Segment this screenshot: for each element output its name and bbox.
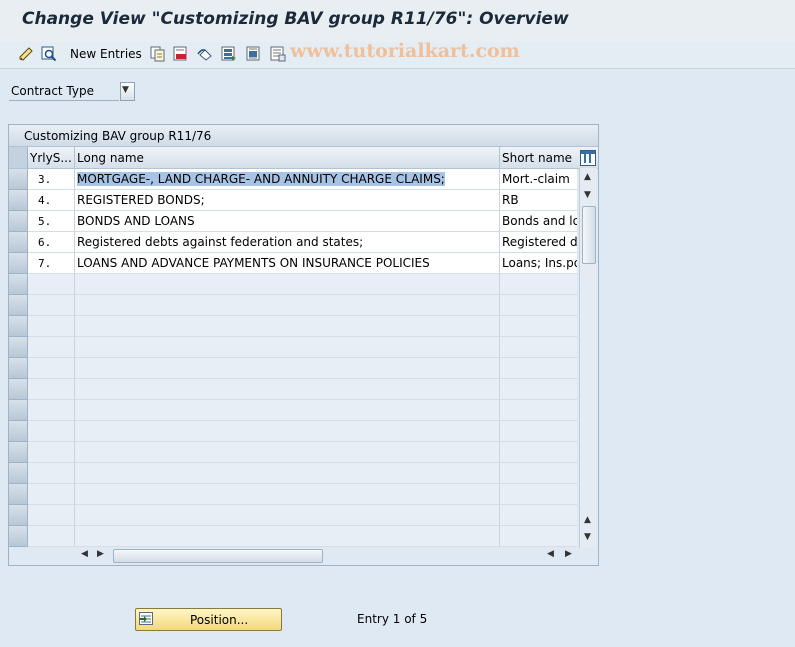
row-selector[interactable]: [9, 274, 28, 295]
table-title: Customizing BAV group R11/76: [24, 129, 212, 143]
entry-counter: Entry 1 of 5: [357, 612, 428, 626]
watermark: www.tutorialkart.com: [290, 40, 520, 62]
cell-short-name[interactable]: Mort.-claim: [500, 169, 577, 190]
row-selector[interactable]: [9, 463, 28, 484]
delete-icon[interactable]: [173, 46, 189, 62]
row-selector[interactable]: [9, 379, 28, 400]
chevron-down-icon: ▼: [122, 85, 129, 95]
empty-table-row[interactable]: [9, 316, 577, 337]
row-selector[interactable]: [9, 442, 28, 463]
scroll-right-icon[interactable]: ▶: [97, 549, 104, 559]
scroll-down-icon[interactable]: ▼: [584, 190, 591, 200]
empty-table-row[interactable]: [9, 484, 577, 505]
row-selector[interactable]: [9, 505, 28, 526]
title-bar: Change View "Customizing BAV group R11/7…: [0, 0, 795, 42]
cell-short-name[interactable]: Registered de: [500, 232, 577, 253]
cell-long-name[interactable]: REGISTERED BONDS;: [75, 190, 500, 211]
deselect-all-icon[interactable]: [270, 46, 286, 62]
contract-type-label: Contract Type: [11, 84, 94, 98]
empty-table-row[interactable]: [9, 358, 577, 379]
vertical-scroll-thumb[interactable]: [582, 206, 596, 264]
scroll-page-down-icon[interactable]: ▼: [584, 532, 591, 542]
row-selector[interactable]: [9, 484, 28, 505]
horizontal-scroll-thumb[interactable]: [113, 549, 323, 563]
select-all-rows-button[interactable]: [9, 147, 28, 168]
row-selector[interactable]: [9, 253, 28, 274]
row-selector[interactable]: [9, 316, 28, 337]
scroll-far-right-icon[interactable]: ▶: [565, 549, 572, 559]
contract-type-dropdown-button[interactable]: ▼: [120, 82, 135, 101]
empty-table-row[interactable]: [9, 505, 577, 526]
empty-table-row[interactable]: [9, 526, 577, 547]
cell-long-name[interactable]: BONDS AND LOANS: [75, 211, 500, 232]
column-header-yrlys[interactable]: YrlyS...: [30, 151, 74, 165]
empty-table-row[interactable]: [9, 337, 577, 358]
cell-yrlys[interactable]: 6.: [28, 232, 75, 253]
row-selector[interactable]: [9, 526, 28, 547]
row-selector[interactable]: [9, 232, 28, 253]
copy-icon[interactable]: [150, 46, 166, 62]
scroll-up-icon[interactable]: ▲: [584, 172, 591, 182]
select-all-icon[interactable]: [221, 46, 237, 62]
cell-long-name[interactable]: Registered debts against federation and …: [75, 232, 500, 253]
empty-table-row[interactable]: [9, 442, 577, 463]
empty-table-row[interactable]: [9, 400, 577, 421]
table-row[interactable]: 6. Registered debts against federation a…: [9, 232, 577, 253]
cell-yrlys[interactable]: 5.: [28, 211, 75, 232]
table-header-row: YrlyS... Long name Short name: [9, 147, 598, 169]
row-selector[interactable]: [9, 190, 28, 211]
column-header-short-name[interactable]: Short name: [502, 151, 577, 165]
empty-table-row[interactable]: [9, 421, 577, 442]
select-block-icon[interactable]: [246, 46, 262, 62]
edit-display-toggle-icon[interactable]: [18, 46, 34, 62]
table-control: Customizing BAV group R11/76 YrlyS... Lo…: [8, 124, 599, 566]
table-row[interactable]: 4. REGISTERED BONDS; RB: [9, 190, 577, 211]
cell-short-name[interactable]: Bonds and loa: [500, 211, 577, 232]
empty-table-row[interactable]: [9, 463, 577, 484]
selected-text: MORTGAGE-, LAND CHARGE- AND ANNUITY CHAR…: [77, 172, 445, 186]
cell-short-name[interactable]: Loans; Ins.pol: [500, 253, 577, 274]
scroll-far-left-icon[interactable]: ◀: [547, 549, 554, 559]
row-selector[interactable]: [9, 358, 28, 379]
page-title: Change View "Customizing BAV group R11/7…: [22, 9, 569, 29]
table-row[interactable]: 7. LOANS AND ADVANCE PAYMENTS ON INSURAN…: [9, 253, 577, 274]
scroll-page-up-icon[interactable]: ▲: [584, 515, 591, 525]
table-row[interactable]: 3. MORTGAGE-, LAND CHARGE- AND ANNUITY C…: [9, 169, 577, 190]
empty-table-row[interactable]: [9, 295, 577, 316]
scroll-left-icon[interactable]: ◀: [81, 549, 88, 559]
vertical-scrollbar[interactable]: ▲ ▼ ▲ ▼: [579, 168, 597, 548]
position-button-label: Position...: [190, 613, 249, 627]
find-icon[interactable]: [41, 46, 57, 62]
table-row[interactable]: 5. BONDS AND LOANS Bonds and loa: [9, 211, 577, 232]
position-button[interactable]: Position...: [135, 608, 282, 631]
cell-yrlys[interactable]: 3.: [28, 169, 75, 190]
horizontal-scrollbar[interactable]: ◀ ▶ ◀ ▶: [75, 547, 579, 564]
contract-type-underline: [9, 100, 119, 101]
cell-short-name[interactable]: RB: [500, 190, 577, 211]
position-icon: [139, 612, 153, 625]
new-entries-button[interactable]: New Entries: [70, 47, 142, 61]
application-toolbar: New Entries www.tutorialkart.com: [0, 40, 795, 69]
table-title-bar: Customizing BAV group R11/76: [9, 125, 598, 147]
empty-table-row[interactable]: [9, 274, 577, 295]
column-config-icon[interactable]: [580, 150, 596, 166]
column-divider: [499, 147, 500, 168]
cell-yrlys[interactable]: 4.: [28, 190, 75, 211]
cell-long-name[interactable]: LOANS AND ADVANCE PAYMENTS ON INSURANCE …: [75, 253, 500, 274]
row-selector[interactable]: [9, 169, 28, 190]
column-divider: [74, 147, 75, 168]
cell-long-name[interactable]: MORTGAGE-, LAND CHARGE- AND ANNUITY CHAR…: [75, 169, 500, 190]
row-selector[interactable]: [9, 211, 28, 232]
row-selector[interactable]: [9, 400, 28, 421]
row-selector[interactable]: [9, 337, 28, 358]
undo-icon[interactable]: [197, 46, 213, 62]
empty-table-row[interactable]: [9, 379, 577, 400]
column-header-long-name[interactable]: Long name: [77, 151, 497, 165]
row-selector[interactable]: [9, 421, 28, 442]
cell-yrlys[interactable]: 7.: [28, 253, 75, 274]
row-selector[interactable]: [9, 295, 28, 316]
